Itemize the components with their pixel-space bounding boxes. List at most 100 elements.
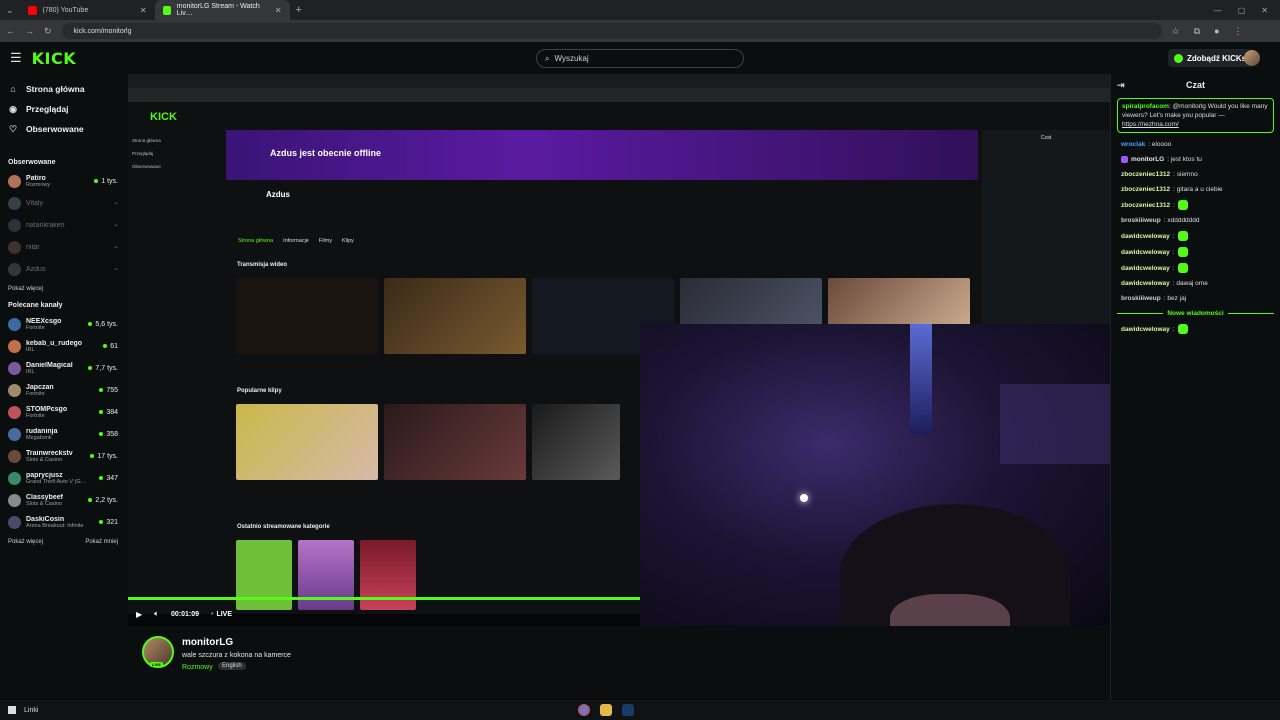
chat-username[interactable]: broskiiiweup <box>1121 294 1161 303</box>
pinned-link[interactable]: https://nezhna.com/ <box>1122 121 1179 128</box>
show-less-link[interactable]: Pokaż mniej <box>85 539 118 545</box>
viewer-count: 358 <box>99 431 118 438</box>
chat-message: broskiiiweup: xdddddddd <box>1111 213 1280 228</box>
live-dot-icon <box>94 179 99 183</box>
reload-icon[interactable]: ↻ <box>44 26 52 37</box>
viewer-count: 61 <box>103 343 118 350</box>
sidebar-channel[interactable]: STOMPcsgo Fortnite 384 <box>8 401 118 423</box>
sidebar-item-home[interactable]: ⌂ Strona główna <box>8 79 118 99</box>
minimize-icon[interactable]: — <box>1214 6 1222 15</box>
shared-tab: Informacje <box>283 238 309 244</box>
maximize-icon[interactable]: ▢ <box>1238 6 1246 15</box>
sidebar-channel[interactable]: nitar ⌁ <box>8 236 118 258</box>
channel-meta: Japczan Fortnite <box>26 384 94 397</box>
sidebar-channel[interactable]: DanielMagical IRL 7,7 tys. <box>8 357 118 379</box>
chat-username[interactable]: zboczeniec1312 <box>1121 185 1170 194</box>
chat-username[interactable]: broskiiiweup <box>1121 216 1161 225</box>
channel-meta: Patiro Rozmowy <box>26 175 89 188</box>
close-tab-icon[interactable]: ✕ <box>140 6 147 15</box>
sidebar-channel[interactable]: Patiro Rozmowy 1 tys. <box>8 170 118 192</box>
channel-name: Azdus <box>26 265 46 273</box>
sidebar-channel[interactable]: NEEXcsgo Fortnite 5,6 tys. <box>8 313 118 335</box>
viewer-count: 2,2 tys. <box>88 497 118 504</box>
play-icon[interactable]: ▶ <box>136 610 142 619</box>
steam-icon[interactable] <box>622 704 634 716</box>
viewer-count-text: 1 tys. <box>101 177 118 185</box>
chat-username[interactable]: dawidcweloway <box>1121 279 1170 288</box>
sidebar-channel[interactable]: Trainwreckstv Slots & Casino 17 tys. <box>8 445 118 467</box>
browser-tab-youtube[interactable]: (780) YouTube ✕ <box>20 0 155 20</box>
sidebar-channel[interactable]: Vitaly ⌁ <box>8 192 118 214</box>
divider-line <box>1117 313 1164 314</box>
channel-meta: natankraken <box>26 222 109 229</box>
chat-username[interactable]: zboczeniec1312 <box>1121 170 1170 179</box>
streamer-name[interactable]: monitorLG <box>182 637 233 648</box>
live-badge: LIVE <box>150 662 163 667</box>
close-window-icon[interactable]: ✕ <box>1261 6 1268 15</box>
chat-username[interactable]: dawidcweloway <box>1121 232 1170 241</box>
browser-tab-kick[interactable]: monitorLG Stream - Watch Liv… ✕ <box>154 0 290 20</box>
chat-message: dawidcweloway: <box>1111 244 1280 260</box>
menu-kebab-icon[interactable]: ⋮ <box>1234 26 1243 37</box>
start-icon[interactable] <box>8 706 16 714</box>
chat-username[interactable]: wroclak <box>1121 140 1145 149</box>
show-more-link[interactable]: Pokaż więcej <box>8 539 43 545</box>
forward-icon[interactable]: → <box>25 26 34 36</box>
chat-username[interactable]: dawidcweloway <box>1121 248 1170 257</box>
sidebar-channel[interactable]: DaskiCosin Arena Breakout: Infinite 321 <box>8 511 118 533</box>
shared-nav-browse: Przeglądaj <box>132 151 154 156</box>
channel-category: Slots & Casino <box>26 500 63 507</box>
sidebar-channel[interactable]: paprycjusz Grand Theft Auto V (G… 347 <box>8 467 118 489</box>
show-more-link[interactable]: Pokaż więcej <box>8 286 43 292</box>
url-bar[interactable]: kick.com/monitorlg <box>61 23 1162 39</box>
collapse-chat-icon[interactable]: ⇥ <box>1117 80 1125 91</box>
sidebar-channel[interactable]: kebab_u_rudego IRL 61 <box>8 335 118 357</box>
extensions-icon[interactable]: ⧉ <box>1194 26 1200 37</box>
new-tab-button[interactable]: + <box>290 4 308 16</box>
sidebar-item-label: Strona główna <box>26 84 85 94</box>
folder-icon[interactable] <box>600 704 612 716</box>
channel-name: Trainwreckstv <box>26 449 73 457</box>
webcam-overlay <box>640 324 1110 626</box>
language-tag[interactable]: English <box>218 662 246 670</box>
sidebar-channel[interactable]: rudaninja Megabonk 358 <box>8 423 118 445</box>
emote-icon <box>1177 200 1188 210</box>
address-bar-row: ← → ↻ kick.com/monitorlg ☆ ⧉ ● ⋮ <box>0 20 1280 42</box>
chat-username[interactable]: dawidcweloway <box>1121 264 1170 273</box>
tab-search-icon[interactable]: ⌄ <box>0 5 20 16</box>
video-player[interactable]: KICK Strona główna Przeglądaj Obserwowan… <box>128 74 1110 626</box>
live-dot-icon <box>99 476 104 480</box>
new-messages-divider: Nowe wiadomości <box>1111 306 1280 321</box>
chat-header: ⇥ Czat <box>1111 74 1280 96</box>
chat-username[interactable]: zboczeniec1312 <box>1121 201 1170 210</box>
sidebar-channel[interactable]: Classybeef Slots & Casino 2,2 tys. <box>8 489 118 511</box>
back-icon[interactable]: ← <box>6 26 15 36</box>
search-input[interactable]: ⌕ Wyszukaj <box>536 49 744 68</box>
user-avatar[interactable] <box>1244 50 1260 66</box>
chat-username[interactable]: spiralprofacom <box>1122 103 1169 110</box>
live-dot-icon <box>103 344 108 348</box>
close-tab-icon[interactable]: ✕ <box>275 6 282 15</box>
hamburger-menu-icon[interactable]: ☰ <box>10 50 22 66</box>
volume-icon[interactable]: 🔈︎ <box>154 609 159 619</box>
sidebar-channel[interactable]: Azdus ⌁ <box>8 258 118 280</box>
get-kicks-button[interactable]: Zdobądź KICKs <box>1168 49 1253 67</box>
kick-header: ☰ KICK ⌕ Wyszukaj Zdobądź KICKs <box>0 42 1280 74</box>
playback-progress-bar[interactable] <box>128 597 640 600</box>
kick-logo[interactable]: KICK <box>32 49 77 68</box>
channel-avatar <box>8 405 21 419</box>
sidebar-channel[interactable]: natankraken ⌁ <box>8 214 118 236</box>
chat-username[interactable]: dawidcweloway <box>1121 325 1170 334</box>
taskbar-links-label[interactable]: Linki <box>24 707 38 714</box>
shared-chat-title: Czat <box>1040 135 1052 141</box>
chat-username[interactable]: monitorLG <box>1131 155 1164 164</box>
stream-category[interactable]: Rozmowy <box>182 664 213 671</box>
bookmark-star-icon[interactable]: ☆ <box>1172 26 1180 37</box>
profile-icon[interactable]: ● <box>1214 26 1219 37</box>
sidebar-item-following[interactable]: ♡ Obserwowane <box>8 119 118 139</box>
playback-time: 00:01:09 <box>170 610 199 618</box>
viewer-count-text: 5,6 tys. <box>95 320 118 328</box>
chrome-icon[interactable] <box>578 704 590 716</box>
sidebar-channel[interactable]: Japczan Fortnite 755 <box>8 379 118 401</box>
sidebar-item-browse[interactable]: ◉ Przeglądaj <box>8 99 118 119</box>
